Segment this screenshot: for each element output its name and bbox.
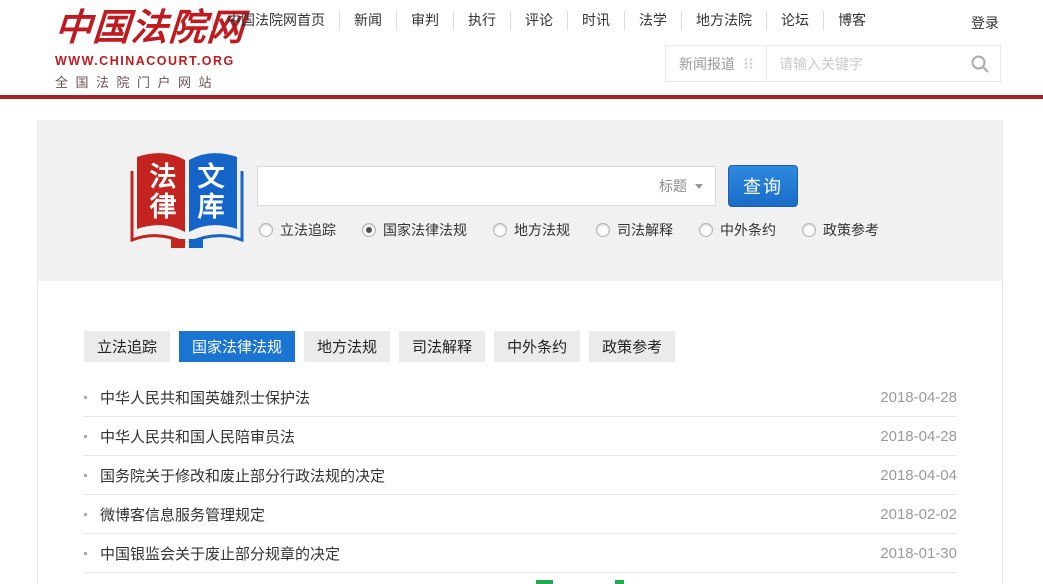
law-search-field: 标题 [257, 166, 716, 206]
header-divider [0, 95, 1043, 99]
top-nav-item[interactable]: 新闻 [339, 11, 396, 30]
top-nav: 中国法院网首页 新闻 审判 执行 评论 时讯 法学 地方法院 论坛 博客 [212, 11, 880, 30]
document-title[interactable]: 微博客信息服务管理规定 [100, 504, 880, 525]
header-search-button[interactable] [960, 54, 1000, 74]
category-tab[interactable]: 司法解释 [399, 331, 485, 362]
document-title[interactable]: 中华人民共和国英雄烈士保护法 [100, 387, 880, 408]
radio-icon[interactable] [802, 223, 816, 237]
document-row: 中华人民共和国人民陪审员法 2018-04-28 [84, 417, 957, 456]
login-link[interactable]: 登录 [971, 13, 999, 33]
category-radio-item[interactable]: 司法解释 [596, 220, 673, 240]
category-tab[interactable]: 地方法规 [304, 331, 390, 362]
search-category-label: 新闻报道 [679, 54, 735, 74]
site-logo-subtitle: 全国法院门户网站 [55, 72, 215, 91]
document-date: 2018-04-28 [880, 428, 957, 445]
document-row: 微博客信息服务管理规定 2018-02-02 [84, 495, 957, 534]
category-tab[interactable]: 中外条约 [494, 331, 580, 362]
document-date: 2018-01-30 [880, 545, 957, 562]
law-search-panel: 法律 文库 标题 查询 立法追踪 [38, 120, 1002, 281]
document-row: 中国银监会关于废止部分规章的决定 2018-01-30 [84, 534, 957, 573]
main-container: 法律 文库 标题 查询 立法追踪 [37, 120, 1003, 584]
bullet-icon [84, 396, 87, 399]
radio-label: 地方法规 [514, 220, 570, 240]
document-date: 2018-04-04 [880, 467, 957, 484]
document-row: 国务院关于修改和废止部分行政法规的决定 2018-04-04 [84, 456, 957, 495]
radio-icon[interactable] [699, 223, 713, 237]
open-book-icon [126, 145, 248, 255]
top-nav-item[interactable]: 中国法院网首页 [212, 11, 339, 30]
document-title[interactable]: 国务院关于修改和废止部分行政法规的决定 [100, 465, 880, 486]
query-button[interactable]: 查询 [728, 165, 798, 207]
document-title[interactable]: 中国银监会关于废止部分规章的决定 [100, 543, 880, 564]
top-nav-item[interactable]: 执行 [453, 11, 510, 30]
book-left-label: 法律 [147, 162, 179, 222]
category-tab[interactable]: 立法追踪 [84, 331, 170, 362]
category-radio-item[interactable]: 国家法律法规 [362, 220, 467, 240]
radio-label: 政策参考 [823, 220, 879, 240]
category-radio-item[interactable]: 中外条约 [699, 220, 776, 240]
site-logo[interactable]: 中国法院网 WWW.CHINACOURT.ORG 全国法院门户网站 [55, 4, 215, 91]
page: 中国法院网 WWW.CHINACOURT.ORG 全国法院门户网站 中国法院网首… [0, 0, 1043, 584]
top-nav-item[interactable]: 评论 [510, 11, 567, 30]
site-logo-title: 中国法院网 [53, 4, 216, 52]
top-nav-item[interactable]: 论坛 [766, 11, 823, 30]
radio-icon[interactable] [493, 223, 507, 237]
dots-grid-icon [744, 57, 753, 70]
bullet-icon [84, 552, 87, 555]
bullet-icon [84, 435, 87, 438]
category-radio-item[interactable]: 地方法规 [493, 220, 570, 240]
radio-icon[interactable] [596, 223, 610, 237]
field-selector[interactable]: 标题 [659, 167, 703, 205]
category-tabs: 立法追踪 国家法律法规 地方法规 司法解释 中外条约 政策参考 [84, 331, 675, 362]
category-radio-item[interactable]: 政策参考 [802, 220, 879, 240]
radio-icon[interactable] [259, 223, 273, 237]
document-row: 中华人民共和国英雄烈士保护法 2018-04-28 [84, 378, 957, 417]
radio-label: 司法解释 [617, 220, 673, 240]
header-search-bar: 新闻报道 [665, 45, 1001, 82]
category-tab[interactable]: 国家法律法规 [179, 331, 295, 362]
document-title[interactable]: 中华人民共和国人民陪审员法 [100, 426, 880, 447]
caret-down-icon [695, 184, 703, 189]
radio-label: 国家法律法规 [383, 220, 467, 240]
footer-cutoff-icon [615, 580, 624, 584]
radio-label: 中外条约 [720, 220, 776, 240]
law-library-logo: 法律 文库 [126, 145, 248, 255]
bullet-icon [84, 513, 87, 516]
top-nav-item[interactable]: 地方法院 [681, 11, 766, 30]
document-date: 2018-04-28 [880, 389, 957, 406]
law-search-input[interactable] [258, 167, 635, 205]
book-right-label: 文库 [195, 162, 227, 222]
search-category-selector[interactable]: 新闻报道 [666, 46, 767, 81]
category-tab[interactable]: 政策参考 [589, 331, 675, 362]
document-list: 中华人民共和国英雄烈士保护法 2018-04-28 中华人民共和国人民陪审员法 … [84, 378, 957, 573]
top-nav-item[interactable]: 审判 [396, 11, 453, 30]
field-selector-label: 标题 [659, 176, 687, 196]
radio-label: 立法追踪 [280, 220, 336, 240]
search-icon [970, 54, 990, 74]
bullet-icon [84, 474, 87, 477]
top-nav-item[interactable]: 法学 [624, 11, 681, 30]
top-nav-item[interactable]: 博客 [823, 11, 880, 30]
header-search-input[interactable] [767, 46, 960, 81]
site-logo-url: WWW.CHINACOURT.ORG [55, 54, 215, 68]
document-date: 2018-02-02 [880, 506, 957, 523]
category-radio-item[interactable]: 立法追踪 [259, 220, 336, 240]
top-nav-item[interactable]: 时讯 [567, 11, 624, 30]
radio-icon[interactable] [362, 223, 376, 237]
footer-cutoff-icon [536, 580, 553, 584]
category-radio-group: 立法追踪 国家法律法规 地方法规 司法解释 [259, 220, 879, 240]
